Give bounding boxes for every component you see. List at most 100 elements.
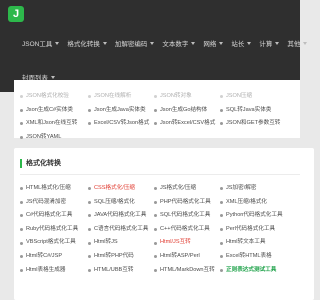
tool-link[interactable]: 正则表达式测试工具 <box>220 264 286 278</box>
tool-link[interactable]: HTML/MarkDown互转 <box>154 264 220 278</box>
tool-link[interactable]: JSON转YAML <box>20 131 88 145</box>
tool-link-label: VBScript格式化工具 <box>26 239 76 246</box>
nav-item-6[interactable]: 计算 <box>259 38 280 48</box>
tool-link[interactable]: SQL压缩/格式化 <box>88 196 154 210</box>
bullet-icon <box>20 187 23 191</box>
format-tools-panel: 格式化转换 HTML格式化/压缩 CSS格式化/压缩 JS格式化/压缩 JS加密/解密… <box>14 148 314 300</box>
nav-item-2[interactable]: 加解密编码 <box>115 38 155 48</box>
tool-link-label: Html转PHP代码 <box>94 252 134 259</box>
tool-link[interactable]: C语言代码格式化工具 <box>88 223 154 237</box>
tool-link[interactable]: Excel/CSV转Json格式 <box>88 117 154 131</box>
nav-item-5[interactable]: 站长 <box>231 38 252 48</box>
nav-item-label: 计算 <box>259 41 273 48</box>
tool-link[interactable]: CSS格式化/压缩 <box>88 182 154 196</box>
tool-link-label: JS格式化/压缩 <box>160 185 197 191</box>
bullet-icon <box>220 200 223 204</box>
tool-link[interactable]: PHP代码格式化工具 <box>154 196 220 210</box>
bullet-icon <box>220 255 223 259</box>
nav-item-label: 其他 <box>287 41 301 48</box>
bullet-icon <box>220 228 223 232</box>
tool-link[interactable]: XML压缩/格式化 <box>220 196 286 210</box>
tool-link[interactable]: C#代码格式化工具 <box>20 209 88 223</box>
bullet-icon <box>20 255 23 259</box>
nav-item-7[interactable]: 其他 <box>287 38 308 48</box>
tool-link-label: Html转C#/JSP <box>26 252 63 259</box>
tool-link[interactable]: Json生成Java实体类 <box>88 104 154 118</box>
format-tools-grid: HTML格式化/压缩 CSS格式化/压缩 JS格式化/压缩 JS加密/解密 JS代码混淆… <box>20 182 286 277</box>
tool-link-label: 正则表达式测试工具 <box>226 266 277 273</box>
tool-link[interactable]: VBScript格式化工具 <box>20 236 88 250</box>
tool-link[interactable]: Json生成Go结构体 <box>154 104 220 118</box>
tool-link-label: JAVA代码格式化工具 <box>94 212 147 219</box>
chevron-down-icon <box>303 41 308 45</box>
tool-link[interactable]: XML和Json在线互转 <box>20 117 88 131</box>
tool-link[interactable]: JSON压缩 <box>220 90 286 104</box>
tool-link[interactable]: SQL代码格式化工具 <box>154 209 220 223</box>
tool-link[interactable]: Html转C#/JSP <box>20 250 88 264</box>
tool-link[interactable]: Ruby代码格式化工具 <box>20 223 88 237</box>
tool-link[interactable]: Excel转HTML表格 <box>220 250 286 264</box>
section-accent-bar <box>20 158 22 168</box>
tool-link-label: JSON在线解析 <box>94 93 132 99</box>
tool-link-label: Ruby代码格式化工具 <box>26 225 79 232</box>
tool-link[interactable]: HTML格式化/压缩 <box>20 182 88 196</box>
tool-link[interactable]: JSON在线解析 <box>88 90 154 104</box>
nav-item-label: 格式化转换 <box>67 41 100 48</box>
bullet-icon <box>220 108 223 112</box>
json-tools-panel: JSON格式化校验 JSON在线解析 JSON转对象 JSON压缩 Json生成C#实体… <box>14 80 314 140</box>
bullet-icon <box>88 255 91 259</box>
tool-link[interactable]: JS代码混淆加密 <box>20 196 88 210</box>
tool-link[interactable]: Html表格生成器 <box>20 264 88 278</box>
tool-link[interactable]: Html/JS互转 <box>154 236 220 250</box>
tool-link[interactable]: Html转文本工具 <box>220 236 286 250</box>
tool-link[interactable]: JAVA代码格式化工具 <box>88 209 154 223</box>
tool-link[interactable]: C++代码格式化工具 <box>154 223 220 237</box>
tool-link[interactable]: Html转PHP代码 <box>88 250 154 264</box>
bullet-icon <box>88 122 91 126</box>
tool-link[interactable]: Json转Excel/CSV格式 <box>154 117 220 131</box>
tool-link[interactable]: JS格式化/压缩 <box>154 182 220 196</box>
tool-link[interactable]: SQL转Java实体类 <box>220 104 286 118</box>
section-header: 格式化转换 <box>20 158 61 168</box>
nav-item-label: 加解密编码 <box>114 41 148 48</box>
bullet-icon <box>88 241 91 245</box>
bullet-icon <box>88 200 91 204</box>
chevron-down-icon <box>102 41 107 45</box>
bullet-icon <box>154 122 157 126</box>
tool-link[interactable]: Perl代码格式化工具 <box>220 223 286 237</box>
chevron-down-icon <box>191 41 196 45</box>
nav-item-4[interactable]: 网络 <box>203 38 224 48</box>
chevron-down-icon <box>219 41 224 45</box>
bullet-icon <box>154 268 157 272</box>
tool-link-label: CSS格式化/压缩 <box>94 185 136 191</box>
tool-link[interactable]: JSON转对象 <box>154 90 220 104</box>
tool-link[interactable]: Html转ASP/Perl <box>154 250 220 264</box>
nav-item-0[interactable]: JSON工具 <box>22 38 60 48</box>
tool-link-label: Html/JS互转 <box>160 239 191 246</box>
tool-link[interactable]: HTML/UBB互转 <box>88 264 154 278</box>
tool-link-label: PHP代码格式化工具 <box>160 198 211 205</box>
section-divider <box>20 174 300 175</box>
tool-link[interactable]: Json生成C#实体类 <box>20 104 88 118</box>
tool-link[interactable]: Python代码格式化工具 <box>220 209 286 223</box>
bullet-icon <box>154 241 157 245</box>
nav-item-1[interactable]: 格式化转换 <box>67 38 107 48</box>
chevron-down-icon <box>275 41 280 45</box>
tool-link[interactable]: Html转JS <box>88 236 154 250</box>
bullet-icon <box>20 241 23 245</box>
tool-link[interactable]: JSON和GET参数互转 <box>220 117 286 131</box>
tool-link-label: Excel/CSV转Json格式 <box>94 120 150 127</box>
json-tools-card: JSON格式化校验 JSON在线解析 JSON转对象 JSON压缩 Json生成C#实体… <box>14 80 300 140</box>
site-logo[interactable]: J <box>8 6 24 22</box>
tool-link-label: HTML/UBB互转 <box>94 266 134 273</box>
nav-item-label: 网络 <box>203 41 217 48</box>
tool-link[interactable]: JSON格式化校验 <box>20 90 88 104</box>
tool-link[interactable]: JS加密/解密 <box>220 182 286 196</box>
bullet-icon <box>154 95 157 99</box>
tool-link-label: JSON压缩 <box>226 93 253 99</box>
tool-link-label: Html表格生成器 <box>26 266 66 273</box>
nav-item-3[interactable]: 文本数字 <box>162 38 196 48</box>
top-header: J JSON工具 格式化转换 加解密编码 文本数字 网络 站长 计算 其他 封面列表 <box>0 0 308 92</box>
chevron-down-icon <box>55 41 60 45</box>
bullet-icon <box>88 214 91 218</box>
